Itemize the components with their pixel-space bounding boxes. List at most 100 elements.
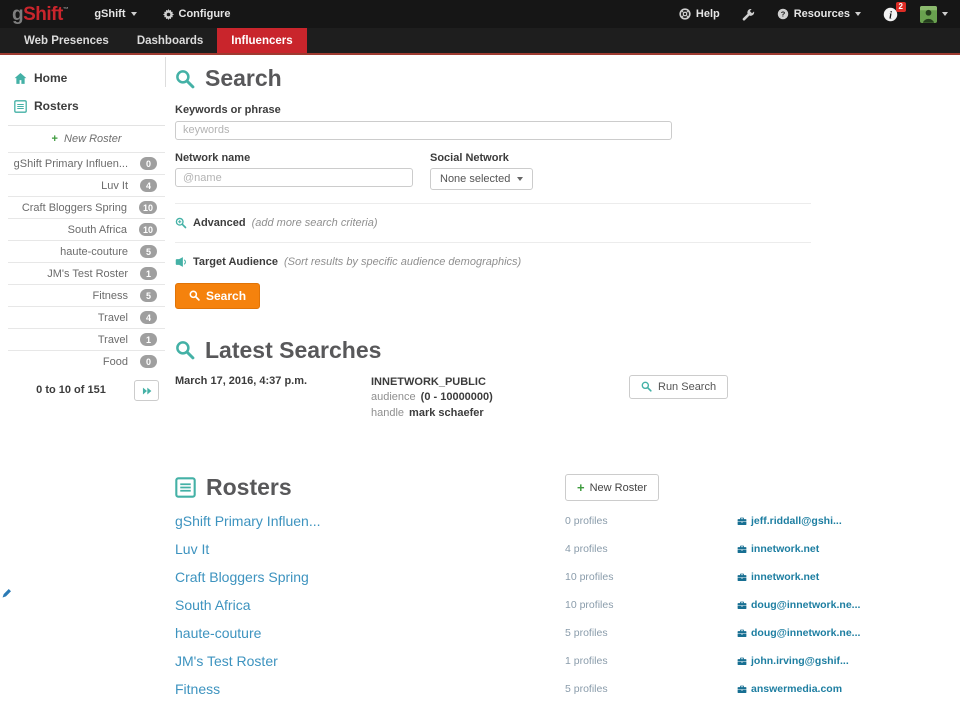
sidebar-roster-item[interactable]: Travel 1	[8, 328, 165, 350]
roster-row: Fitness 5 profiles answermedia.com	[175, 675, 895, 703]
roster-owner-email: jeff.riddall@gshi...	[751, 515, 842, 527]
roster-count-badge: 4	[140, 179, 157, 192]
sidebar-roster-item[interactable]: Craft Bloggers Spring 10	[8, 196, 165, 218]
latest-searches-heading: Latest Searches	[175, 337, 960, 364]
section-tab[interactable]: Dashboards	[123, 28, 217, 53]
resources-label: Resources	[794, 8, 850, 20]
user-menu[interactable]	[920, 6, 948, 23]
handle-value: mark schaefer	[409, 407, 484, 419]
roster-name-link[interactable]: haute-couture	[175, 625, 565, 641]
rosters-table: gShift Primary Influen... 0 profiles jef…	[175, 507, 895, 703]
search-icon	[189, 290, 200, 301]
roster-profiles-count: 10 profiles	[565, 571, 737, 583]
roster-owner-email: doug@innetwork.ne...	[751, 627, 860, 639]
plus-icon: +	[52, 133, 58, 145]
roster-profiles-count: 5 profiles	[565, 627, 737, 639]
search-button-label: Search	[206, 289, 246, 303]
roster-name-link[interactable]: Fitness	[175, 681, 565, 697]
roster-owner-email: innetwork.net	[751, 543, 819, 555]
roster-count-badge: 5	[140, 289, 157, 302]
chevron-down-icon	[855, 12, 861, 16]
roster-name-link[interactable]: South Africa	[175, 597, 565, 613]
briefcase-icon	[737, 516, 747, 526]
tools-button[interactable]	[742, 8, 755, 21]
gshift-logo[interactable]: gShift™	[12, 5, 68, 24]
home-icon	[14, 72, 27, 85]
sidebar-pagination: 0 to 10 of 151	[8, 380, 165, 401]
resources-menu[interactable]: ? Resources	[777, 8, 861, 20]
chevron-down-icon	[942, 12, 948, 16]
roster-name-link[interactable]: gShift Primary Influen...	[175, 513, 565, 529]
sidebar-roster-name: Food	[103, 356, 128, 368]
new-roster-button[interactable]: + New Roster	[565, 474, 659, 501]
account-menu[interactable]: gShift	[94, 8, 136, 20]
roster-owner-link[interactable]: john.irving@gshif...	[737, 655, 849, 667]
sidebar-roster-item[interactable]: gShift Primary Influen... 0	[8, 152, 165, 174]
roster-owner-link[interactable]: innetwork.net	[737, 571, 819, 583]
sidebar-roster-item[interactable]: JM's Test Roster 1	[8, 262, 165, 284]
rosters-header: Rosters + New Roster	[175, 474, 865, 501]
advanced-toggle[interactable]: Advanced (add more search criteria)	[175, 217, 960, 229]
briefcase-icon	[737, 628, 747, 638]
sidebar-new-roster-button[interactable]: + New Roster	[8, 125, 165, 152]
roster-profiles-count: 4 profiles	[565, 543, 737, 555]
roster-name-link[interactable]: Craft Bloggers Spring	[175, 569, 565, 585]
roster-profiles-count: 5 profiles	[565, 683, 737, 695]
roster-owner-link[interactable]: jeff.riddall@gshi...	[737, 515, 842, 527]
advanced-label: Advanced	[193, 217, 246, 229]
sidebar-roster-item[interactable]: Luv It 4	[8, 174, 165, 196]
notification-badge: 2	[896, 2, 906, 13]
target-audience-label: Target Audience	[193, 256, 278, 268]
briefcase-icon	[737, 572, 747, 582]
section-tab[interactable]: Web Presences	[10, 28, 123, 53]
wrench-icon	[742, 8, 755, 21]
search-button[interactable]: Search	[175, 283, 260, 309]
target-audience-toggle[interactable]: Target Audience (Sort results by specifi…	[175, 256, 960, 268]
search-icon	[175, 340, 195, 360]
logo-shift: Shift	[23, 5, 63, 24]
search-plus-icon	[175, 217, 187, 229]
roster-owner-link[interactable]: answermedia.com	[737, 683, 842, 695]
roster-count-badge: 0	[140, 355, 157, 368]
sidebar-roster-item[interactable]: Food 0	[8, 350, 165, 372]
logo-g: g	[12, 5, 23, 24]
sidebar-roster-item[interactable]: Fitness 5	[8, 284, 165, 306]
roster-count-badge: 5	[140, 245, 157, 258]
sidebar-roster-item[interactable]: haute-couture 5	[8, 240, 165, 262]
keywords-input[interactable]	[175, 121, 672, 140]
search-date: March 17, 2016, 4:37 p.m.	[175, 375, 371, 423]
roster-owner-link[interactable]: doug@innetwork.ne...	[737, 599, 860, 611]
pagination-next-button[interactable]	[134, 380, 159, 401]
logo-trademark: ™	[63, 7, 69, 13]
latest-searches-title: Latest Searches	[205, 337, 381, 364]
megaphone-icon	[175, 256, 187, 268]
roster-owner-link[interactable]: doug@innetwork.ne...	[737, 627, 860, 639]
sidebar: Home Rosters + New Roster gShift Primary…	[0, 57, 165, 605]
configure-menu[interactable]: Configure	[163, 8, 231, 20]
handle-label: handle	[371, 407, 404, 419]
sidebar-roster-name: Craft Bloggers Spring	[22, 202, 127, 214]
search-form-row: Network name Social Network None selecte…	[175, 140, 960, 190]
roster-owner-link[interactable]: innetwork.net	[737, 543, 819, 555]
sidebar-roster-item[interactable]: Travel 4	[8, 306, 165, 328]
roster-row: Luv It 4 profiles innetwork.net	[175, 535, 895, 563]
section-tab[interactable]: Influencers	[217, 28, 306, 53]
roster-name-link[interactable]: Luv It	[175, 541, 565, 557]
user-avatar	[920, 6, 937, 23]
audience-value: (0 - 10000000)	[421, 391, 493, 403]
status-link-icon	[2, 585, 11, 603]
roster-name-link[interactable]: JM's Test Roster	[175, 653, 565, 669]
sidebar-item-rosters[interactable]: Rosters	[14, 99, 165, 113]
notifications-button[interactable]: i 2	[883, 7, 898, 22]
sidebar-roster-item[interactable]: South Africa 10	[8, 218, 165, 240]
network-name-input[interactable]	[175, 168, 413, 187]
social-network-select[interactable]: None selected	[430, 168, 533, 190]
sidebar-item-home[interactable]: Home	[14, 71, 165, 85]
help-menu[interactable]: Help	[679, 8, 720, 20]
run-search-button[interactable]: Run Search	[629, 375, 728, 399]
roster-count-badge: 0	[140, 157, 157, 170]
roster-list-icon	[14, 100, 27, 113]
social-network-column: Social Network None selected	[430, 140, 533, 190]
run-search-label: Run Search	[658, 381, 716, 393]
latest-search-entry: March 17, 2016, 4:37 p.m. INNETWORK_PUBL…	[175, 375, 825, 423]
